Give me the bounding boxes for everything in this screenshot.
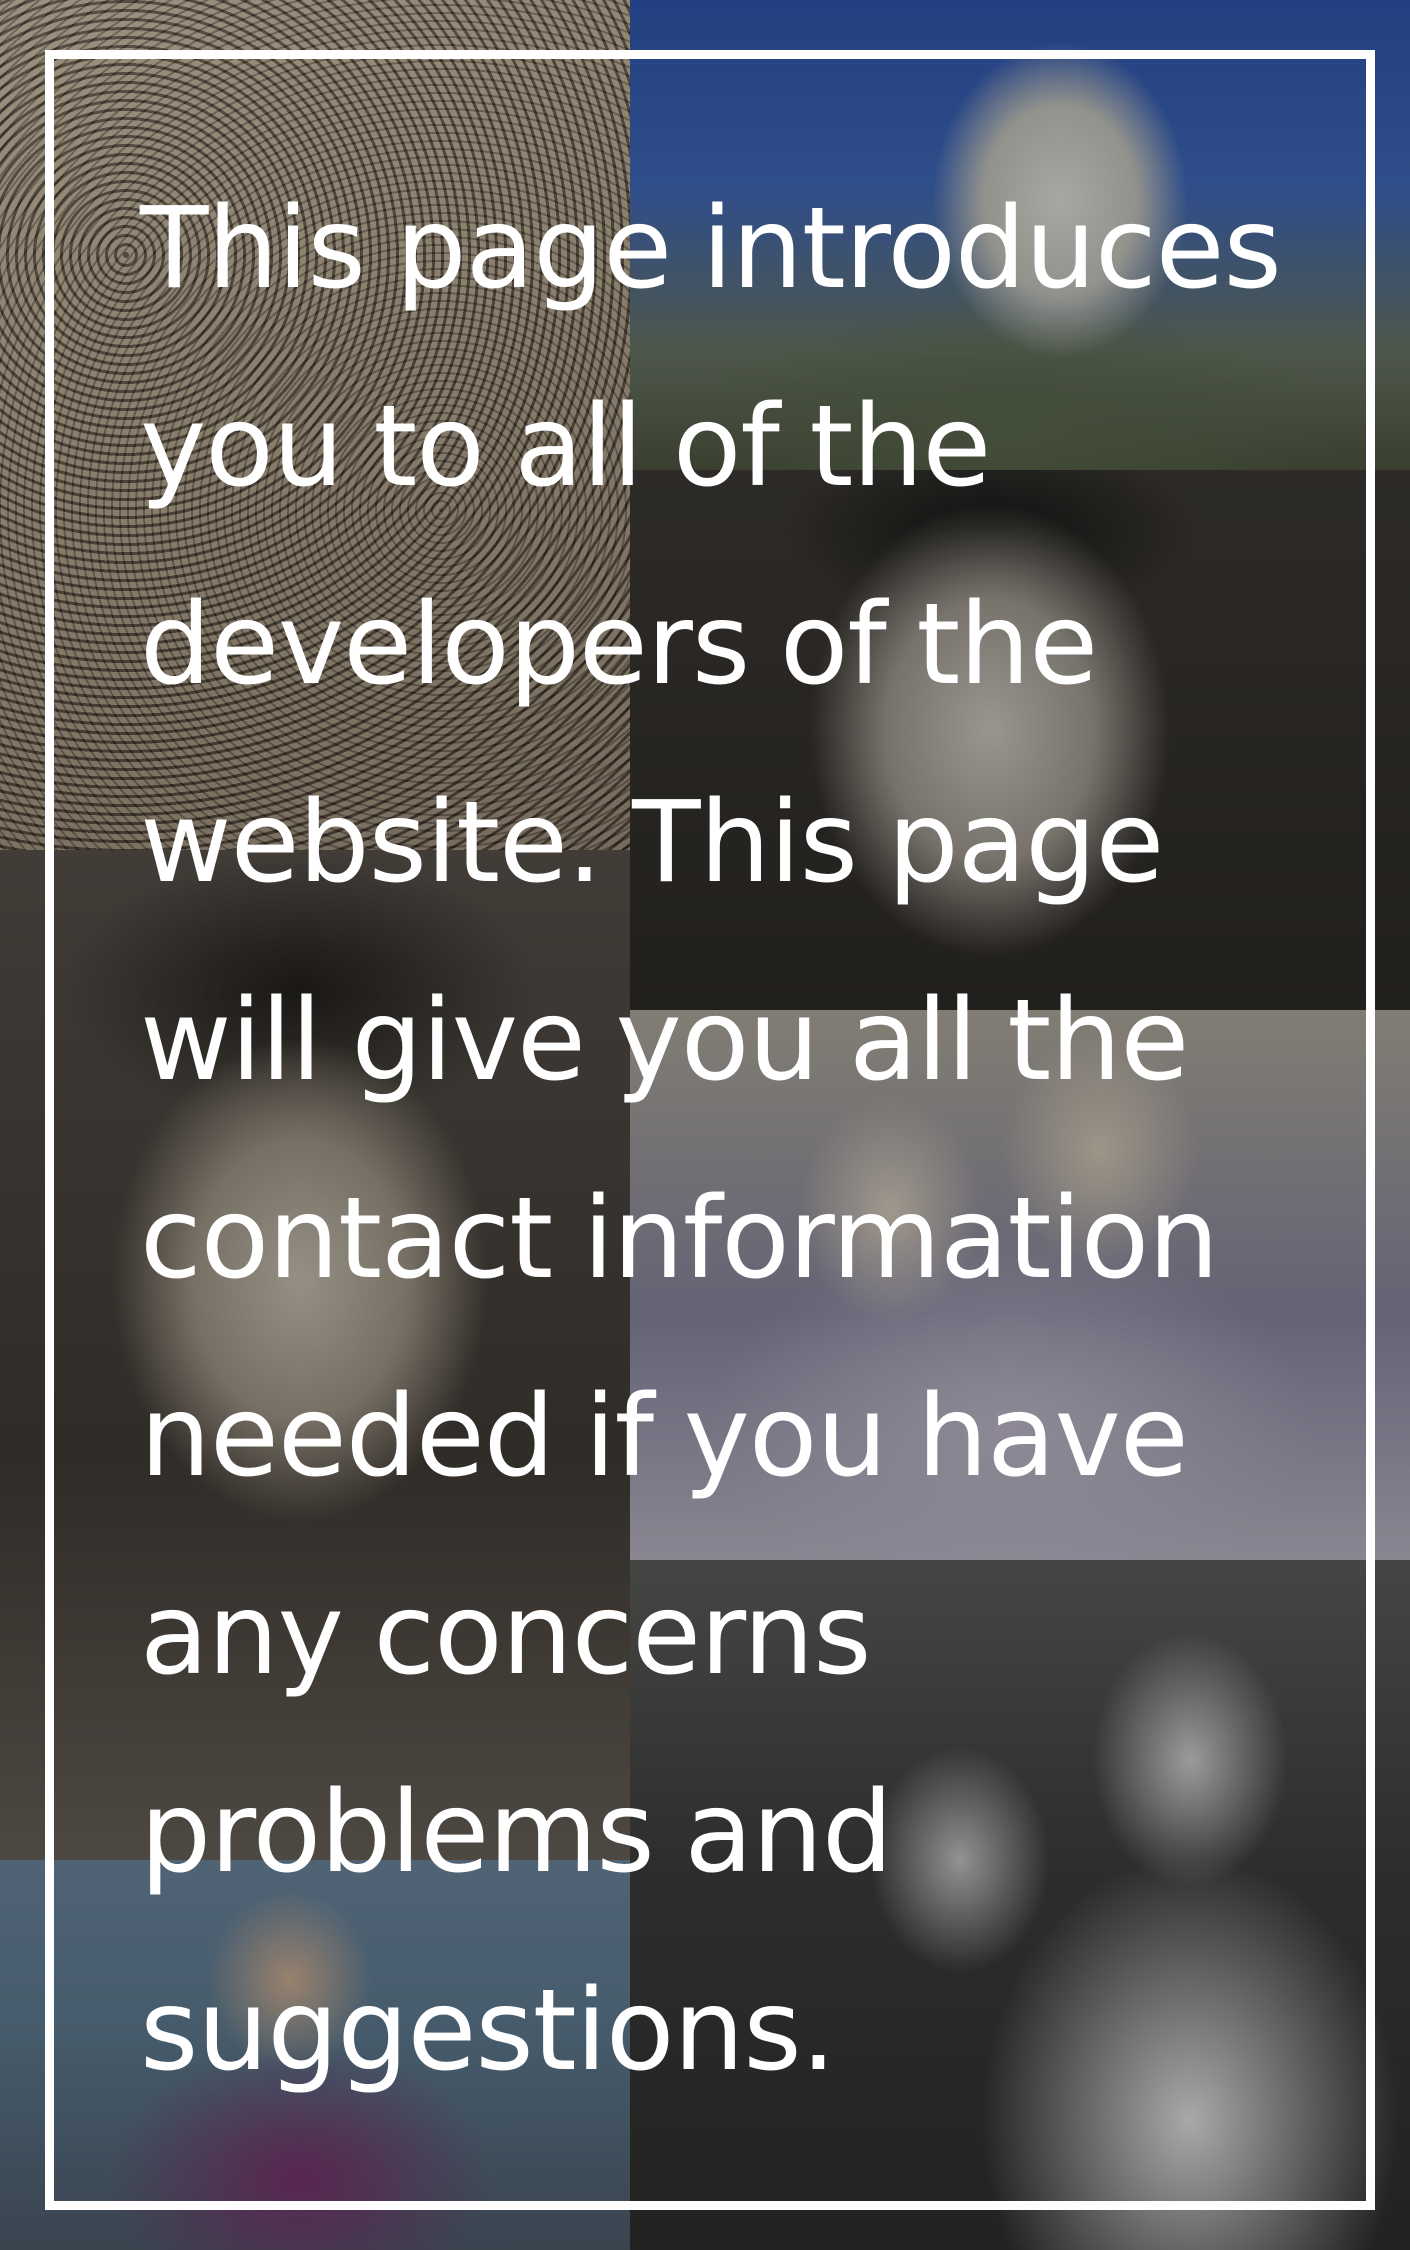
poster: This page introduces you to all of the d… xyxy=(0,0,1410,2250)
intro-text: This page introduces you to all of the d… xyxy=(140,184,1282,2096)
